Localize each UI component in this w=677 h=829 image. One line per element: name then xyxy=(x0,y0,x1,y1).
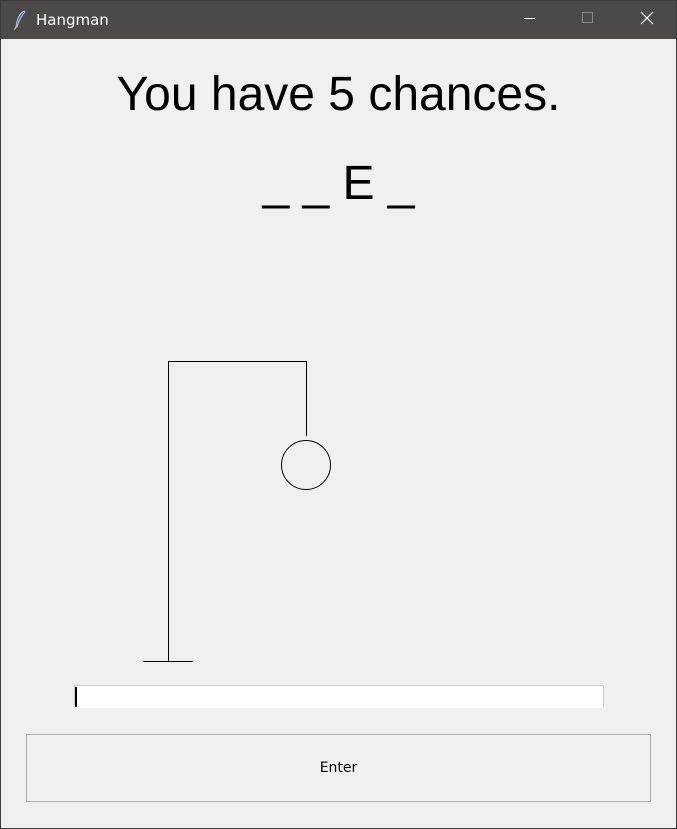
title-bar[interactable]: Hangman xyxy=(1,1,676,39)
game-area: You have 5 chances. _ _ E _ Enter xyxy=(1,39,676,828)
window-title: Hangman xyxy=(36,11,109,29)
minimize-button[interactable] xyxy=(501,1,559,39)
text-cursor xyxy=(75,687,77,707)
hangman-head xyxy=(281,440,331,490)
close-icon xyxy=(640,11,654,30)
feather-icon xyxy=(13,10,27,30)
maximize-icon xyxy=(582,11,594,29)
enter-button[interactable]: Enter xyxy=(26,734,651,802)
minimize-icon xyxy=(524,11,536,29)
guess-input[interactable] xyxy=(74,685,604,708)
hangman-window: Hangman You have 5 chances. _ _ E _ Ente… xyxy=(0,0,677,829)
close-button[interactable] xyxy=(618,1,676,39)
hangman-drawing xyxy=(143,361,331,662)
maximize-button xyxy=(559,1,617,39)
